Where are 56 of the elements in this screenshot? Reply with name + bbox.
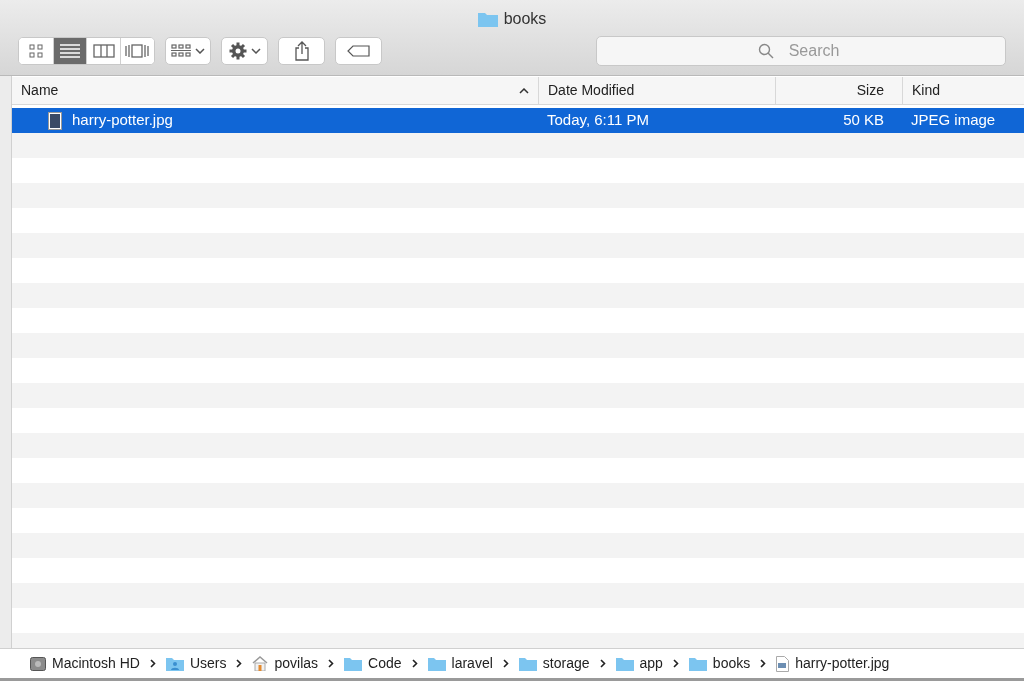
coverflow-view-icon [125,44,150,58]
chevron-icon [502,659,509,668]
path-item[interactable]: laravel [451,653,493,674]
grid-icon [171,44,191,58]
table-cell-text: harry-potter.jpg [72,110,173,131]
folder-icon [518,656,537,671]
share-icon [293,41,310,61]
caret-icon [250,48,261,54]
table-cell-text: JPEG image [911,110,996,131]
path-item[interactable]: storage [542,653,590,674]
chevron-icon [672,659,679,668]
path-item[interactable]: Users [189,653,227,674]
column-header[interactable]: Kind [912,80,941,101]
group-button[interactable] [164,37,212,65]
file-row[interactable]: harry-potter.jpg Today, 6:11 PM 50 KB JPEG image [12,108,1024,133]
table-cell-text: 50 KB [843,110,884,131]
image-file-icon [776,655,790,672]
column-header[interactable]: Name [21,80,59,101]
share-button[interactable] [278,37,326,65]
user-folder-icon [165,656,184,671]
path-item[interactable]: books [712,653,751,674]
folder-icon [477,11,498,27]
action-button[interactable] [221,37,269,65]
table-cell-text: Today, 6:11 PM [547,110,649,131]
icon-view-icon [28,44,43,58]
gear-icon [228,42,247,60]
view-mode-button[interactable] [52,38,87,64]
list-view-icon [59,44,80,58]
chevron-icon [149,659,156,668]
chevron-icon [599,659,606,668]
path-item[interactable]: Code [368,653,402,674]
image-file-icon [48,111,62,130]
folder-icon [615,656,634,671]
column-header[interactable]: Date Modified [548,80,635,101]
path-item[interactable]: Macintosh HD [52,653,140,674]
chevron-icon [411,659,418,668]
chevron-icon [236,659,243,668]
view-mode-button[interactable] [119,38,154,64]
tag-button[interactable] [335,37,382,65]
column-header[interactable]: Size [856,80,884,101]
path-item[interactable]: harry-potter.jpg [795,653,890,674]
search-icon [758,43,774,59]
path-item[interactable]: povilas [274,653,319,674]
view-mode-control[interactable] [18,37,155,65]
chevron-icon [328,659,335,668]
folder-icon [688,656,707,671]
path-item[interactable]: app [639,653,663,674]
window-title: books [503,9,547,29]
home-icon [252,656,269,671]
folder-icon [344,656,363,671]
chevron-icon [760,659,767,668]
caret-icon [195,48,205,54]
search-field[interactable]: Search [596,36,1006,66]
folder-icon [427,656,446,671]
tag-icon [346,45,371,57]
column-view-icon [92,44,115,58]
